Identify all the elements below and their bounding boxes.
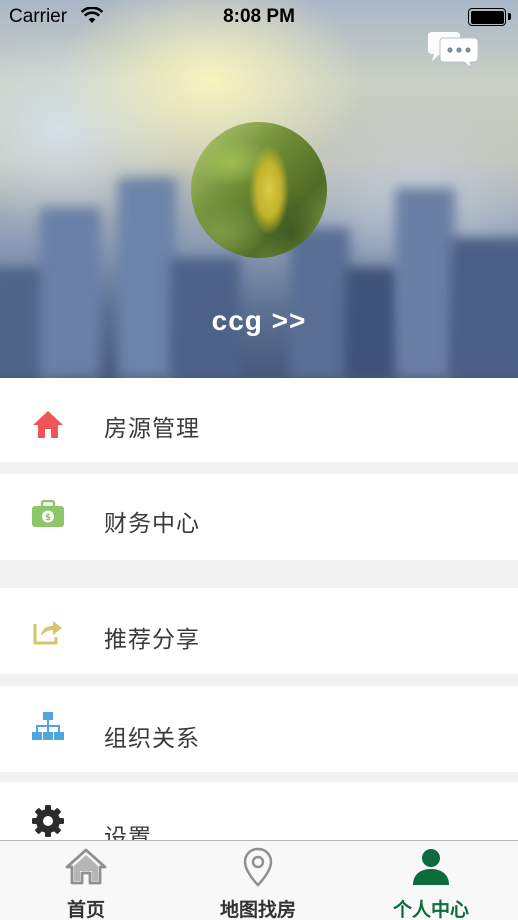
org-chart-icon [31,710,65,746]
background-building [40,208,100,378]
menu-item-label: 组织关系 [104,726,200,752]
menu-item-label: 财务中心 [104,511,200,537]
background-building [118,178,176,378]
status-time: 8:08 PM [223,6,295,27]
home-icon [0,847,172,889]
background-building [290,228,350,378]
map-pin-icon [172,847,344,891]
battery-icon [468,8,506,26]
menu-item-listing-management[interactable]: 房源管理 [0,378,518,462]
tab-home[interactable]: 首页 [0,841,172,920]
menu-item-label: 房源管理 [104,416,200,442]
svg-text:$: $ [45,513,51,523]
menu-item-label: 推荐分享 [104,627,200,653]
house-icon [31,409,65,443]
background-building [395,188,455,378]
tab-label: 首页 [66,899,105,920]
tab-label: 地图找房 [219,899,296,920]
menu-item-organization[interactable]: 组织关系 [0,686,518,772]
share-icon [31,616,65,650]
profile-header: Carrier 8:08 PM ccg >> [0,0,518,378]
chat-bubbles-icon[interactable] [426,30,480,74]
menu-item-finance-center[interactable]: $ 财务中心 [0,474,518,560]
tab-map-search[interactable]: 地图找房 [172,841,344,920]
battery-tip [508,13,511,20]
tab-bar: 首页 地图找房 个人中心 [0,840,518,920]
username-link[interactable]: ccg >> [0,305,518,337]
tab-label: 个人中心 [392,899,469,920]
person-icon [344,847,518,891]
avatar[interactable] [191,122,327,258]
menu-item-recommend-share[interactable]: 推荐分享 [0,588,518,674]
tab-personal-center[interactable]: 个人中心 [344,841,518,920]
money-bag-icon: $ [31,499,65,532]
gear-icon [31,804,65,842]
